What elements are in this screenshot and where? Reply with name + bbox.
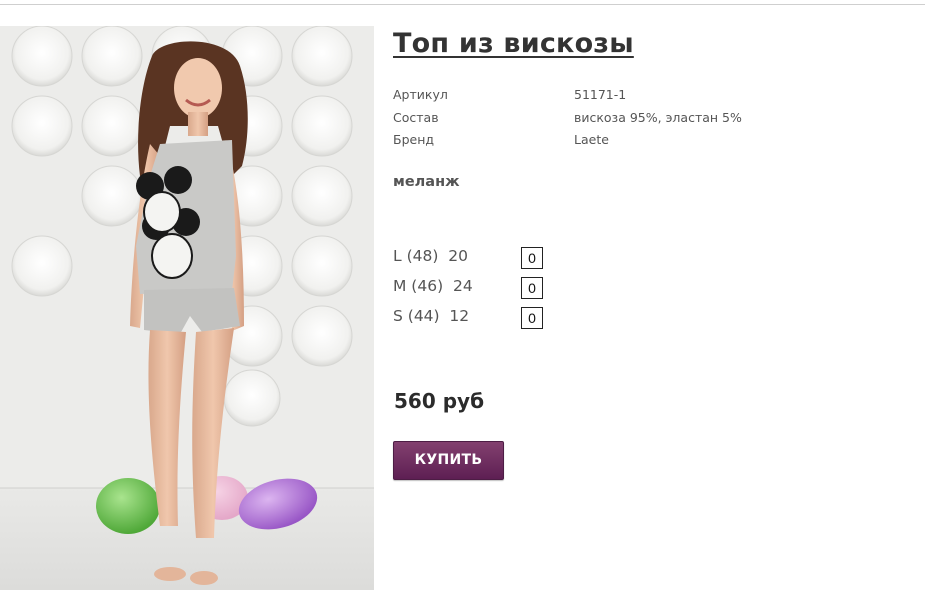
product-price: 560 руб <box>394 389 485 413</box>
size-label: L (48) 20 <box>393 247 468 265</box>
attribute-value: вискоза 95%, эластан 5% <box>574 109 742 125</box>
product-title: Топ из вискозы <box>393 28 634 59</box>
attribute-row-brand: Бренд Laete <box>393 129 843 152</box>
product-color: меланж <box>393 174 460 190</box>
size-row-m: M (46) 24 <box>393 275 553 305</box>
size-label: S (44) 12 <box>393 307 470 325</box>
size-row-s: S (44) 12 <box>393 305 553 335</box>
product-attributes: Артикул 51171-1 Состав вискоза 95%, элас… <box>393 84 843 152</box>
attribute-row-article: Артикул 51171-1 <box>393 84 843 107</box>
attribute-label: Состав <box>393 109 439 125</box>
size-row-l: L (48) 20 <box>393 245 553 275</box>
attribute-label: Артикул <box>393 87 448 102</box>
top-divider <box>0 4 925 5</box>
attribute-row-composition: Состав вискоза 95%, эластан 5% <box>393 107 843 130</box>
buy-button[interactable]: КУПИТЬ <box>393 441 504 480</box>
attribute-value: 51171-1 <box>574 87 627 102</box>
quantity-input-m[interactable] <box>521 277 543 299</box>
size-label: M (46) 24 <box>393 277 473 295</box>
product-photo[interactable] <box>0 26 374 590</box>
attribute-value: Laete <box>574 132 609 147</box>
attribute-label: Бренд <box>393 132 435 147</box>
quantity-input-s[interactable] <box>521 307 543 329</box>
quantity-input-l[interactable] <box>521 247 543 269</box>
size-selector: L (48) 20 M (46) 24 S (44) 12 <box>393 245 553 335</box>
